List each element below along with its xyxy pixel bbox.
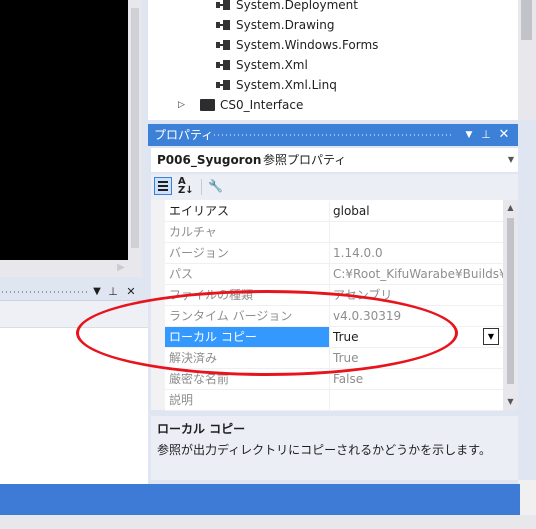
solution-explorer-tree: System.Deployment System.Drawing System.… [148, 0, 518, 120]
editor-scroll-thumb[interactable] [131, 8, 139, 248]
property-row[interactable]: 厳密な名前 False [165, 369, 503, 390]
property-value[interactable]: 1.14.0.0 [333, 243, 383, 263]
property-name: エイリアス [169, 204, 230, 218]
property-row-selected[interactable]: ローカル コピー True [165, 327, 503, 348]
column-divider [329, 285, 330, 306]
property-value[interactable]: アセンブリ [333, 285, 392, 305]
column-divider [329, 264, 330, 285]
property-row[interactable]: ランタイム バージョン v4.0.30319 [165, 306, 503, 327]
wrench-icon[interactable]: 🔧 [208, 178, 224, 194]
column-divider [329, 306, 330, 327]
alphabetical-sort-icon[interactable]: A Z↓ [178, 177, 196, 196]
editor-area [0, 0, 128, 260]
column-divider [329, 222, 330, 243]
column-divider [329, 201, 330, 222]
grid-scroll-thumb[interactable] [507, 218, 514, 384]
property-name: 説明 [169, 393, 194, 407]
property-grid-margin [151, 200, 165, 410]
panel-grip[interactable] [2, 291, 90, 293]
tree-item-label: System.Drawing [236, 18, 335, 32]
properties-grip[interactable] [214, 134, 454, 136]
pin-icon[interactable]: ⊥ [479, 127, 493, 143]
folder-icon [200, 99, 215, 111]
tree-item-label: System.Xml.Linq [236, 78, 337, 92]
scroll-up-arrow-icon[interactable]: ▲ [503, 202, 518, 214]
right-edge-strip [518, 120, 536, 485]
chevron-down-icon[interactable]: ▼ [505, 148, 517, 172]
column-divider [329, 390, 330, 411]
property-name: ローカル コピー [169, 330, 257, 344]
property-name: 解決済み [169, 351, 218, 365]
property-name: ファイルの種類 [169, 288, 254, 302]
toolbar-divider [201, 179, 202, 195]
property-row[interactable]: ファイルの種類 アセンブリ [165, 285, 503, 306]
scroll-down-arrow-icon[interactable]: ▼ [503, 396, 518, 408]
window-position-dropdown-icon[interactable]: ▼ [462, 127, 476, 143]
property-row[interactable]: カルチャ [165, 222, 503, 243]
property-row[interactable]: バージョン 1.14.0.0 [165, 243, 503, 264]
properties-title: プロパティ [154, 128, 214, 142]
property-value[interactable]: True [333, 348, 359, 368]
description-text: 参照が出力ディレクトリにコピーされるかどうかを示します。 [157, 443, 491, 457]
property-name: カルチャ [169, 225, 217, 239]
property-name: ランタイム バージョン [169, 309, 293, 323]
value-dropdown-button[interactable]: ▼ [483, 328, 499, 345]
reference-icon [216, 20, 230, 30]
tree-item-label: System.Windows.Forms [236, 38, 379, 52]
property-row[interactable]: エイリアス global [165, 201, 503, 222]
bottom-scrollbar[interactable] [0, 515, 536, 529]
reference-icon [216, 80, 230, 90]
scroll-right-arrow-icon[interactable]: ▶ [116, 262, 126, 274]
pin-icon[interactable]: ⊥ [106, 285, 120, 299]
output-panel-toolbar [0, 301, 148, 328]
property-row[interactable]: 説明 [165, 390, 503, 411]
property-row[interactable]: パス C:¥Root_KifuWarabe¥Builds¥ [165, 264, 507, 285]
tree-scroll-thumb[interactable] [521, 0, 532, 40]
object-type: 参照プロパティ [263, 153, 347, 167]
column-divider [329, 369, 330, 390]
close-icon[interactable]: ✕ [496, 127, 512, 143]
property-name: バージョン [169, 246, 229, 260]
tree-item-label: System.Deployment [236, 0, 358, 12]
panel-dropdown-icon[interactable]: ▼ [90, 285, 104, 299]
reference-icon [216, 0, 230, 10]
property-name: 厳密な名前 [169, 372, 230, 386]
close-icon[interactable]: ✕ [124, 285, 138, 299]
object-name: P006_Syugoron [157, 153, 262, 167]
tree-item-label: CS0_Interface [220, 98, 304, 112]
column-divider [329, 243, 330, 264]
expand-arrow-icon[interactable]: ▷ [178, 95, 186, 110]
property-row[interactable]: 解決済み True [165, 348, 503, 369]
property-value[interactable]: C:¥Root_KifuWarabe¥Builds¥ [333, 264, 507, 284]
description-title: ローカル コピー [157, 422, 246, 436]
column-divider [329, 348, 330, 369]
property-value[interactable]: False [333, 369, 363, 389]
reference-icon [216, 40, 230, 50]
property-value[interactable]: v4.0.30319 [333, 306, 401, 326]
properties-toolbar [151, 174, 518, 200]
tree-item-label: System.Xml [236, 58, 308, 72]
categorized-view-icon[interactable] [154, 177, 172, 195]
status-bar [0, 484, 520, 515]
column-divider [329, 327, 330, 348]
property-name: パス [169, 267, 194, 281]
property-value[interactable]: global [333, 201, 370, 221]
property-value[interactable]: True [333, 327, 359, 347]
reference-icon [216, 60, 230, 70]
